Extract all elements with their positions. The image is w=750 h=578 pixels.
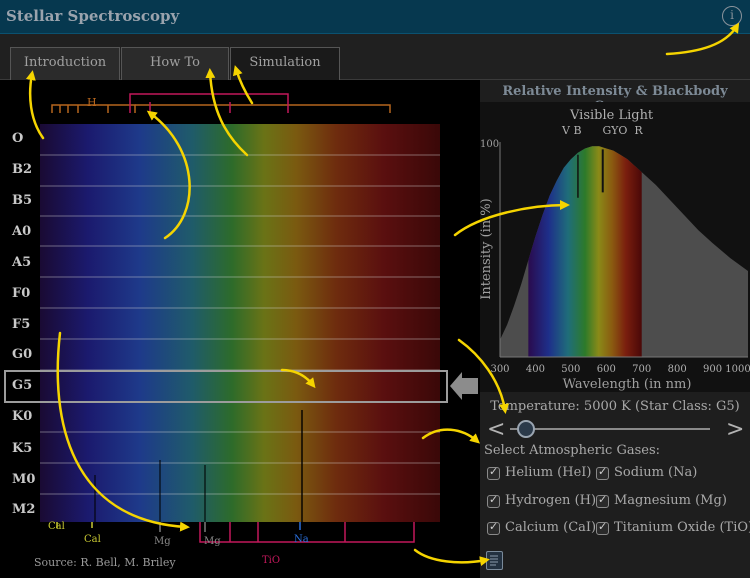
tab-simulation[interactable]: Simulation: [230, 47, 340, 80]
y-tick-label: 100: [480, 139, 499, 150]
star-class-label: F0: [12, 286, 31, 301]
star-class-label: K5: [12, 441, 33, 456]
chevron-right-icon[interactable]: >: [726, 417, 744, 442]
source-credit: Source: R. Bell, M. Briley: [34, 556, 176, 569]
checkbox-icon[interactable]: [596, 493, 609, 508]
bottom-bracket-markers: [56, 522, 415, 543]
tab-introduction[interactable]: Introduction: [10, 47, 120, 80]
selected-row-pointer-icon: [450, 372, 478, 400]
info-icon[interactable]: i: [722, 6, 742, 26]
spectra-image: [40, 124, 440, 522]
star-class-label: F5: [12, 317, 31, 332]
checkbox-label: Helium (HeI): [505, 465, 592, 480]
app-title: Stellar Spectroscopy: [6, 7, 180, 25]
star-class-label: G0: [12, 347, 33, 362]
title-bar: Stellar Spectroscopy i: [0, 0, 750, 34]
spectra-graphic: H Cal Cal Mg Mg Na TiO: [4, 93, 478, 566]
x-tick-label: 400: [526, 364, 545, 375]
star-class-label: M0: [12, 472, 36, 487]
slider-thumb[interactable]: [517, 420, 535, 438]
y-axis-label: Intensity (in %): [480, 198, 494, 300]
x-tick-label: 300: [490, 364, 509, 375]
document-icon[interactable]: [486, 551, 503, 570]
star-class-label-selected: G5: [12, 378, 33, 393]
top-element-label: H: [87, 96, 97, 109]
x-axis-label: Wavelength (in nm): [563, 377, 692, 392]
temperature-readout: Temperature: 5000 K (Star Class: G5): [490, 399, 740, 414]
star-class-label: K0: [12, 409, 33, 424]
star-class-label: B2: [12, 162, 33, 177]
temperature-slider[interactable]: [506, 418, 714, 440]
x-tick-label: 900: [703, 364, 722, 375]
checkbox-icon[interactable]: [596, 465, 609, 480]
star-class-label: B5: [12, 193, 33, 208]
checkbox-label: Titanium Oxide (TiO): [614, 520, 750, 535]
checkbox-icon[interactable]: [487, 520, 500, 535]
element-label-cal: Cal: [84, 534, 101, 545]
visible-light-label: Visible Light: [569, 108, 654, 123]
checkbox-label: Calcium (CaI): [505, 520, 597, 535]
document-lines: [490, 555, 498, 566]
mg-ticks: [159, 522, 206, 532]
element-label-cal: Cal: [48, 521, 65, 532]
checkbox-label: Hydrogen (H): [505, 493, 597, 508]
element-label-na: Na: [294, 534, 309, 545]
x-tick-label: 600: [597, 364, 616, 375]
calcium-ticks: [149, 102, 231, 113]
tab-how-to[interactable]: How To: [121, 47, 229, 80]
checkbox-icon[interactable]: [487, 465, 500, 480]
star-class-label: O: [12, 131, 24, 146]
checkbox-label: Magnesium (Mg): [614, 493, 727, 508]
checkbox-label: Sodium (Na): [614, 465, 698, 480]
chevron-left-icon[interactable]: <: [487, 417, 505, 442]
checkbox-icon[interactable]: [487, 493, 500, 508]
hydrogen-bracket-right: [135, 104, 391, 113]
x-tick-label: 500: [561, 364, 580, 375]
x-tick-label: 800: [668, 364, 687, 375]
checkbox-icon[interactable]: [596, 520, 609, 535]
gases-label: Select Atmospheric Gases:: [484, 443, 661, 458]
x-tick-label: 700: [632, 364, 651, 375]
calcium-bracket: [129, 93, 289, 113]
star-class-label: M2: [12, 502, 36, 517]
top-bracket-markers: [51, 93, 391, 113]
tab-bar: Introduction How To Simulation: [0, 34, 750, 80]
blackbody-chart: Visible Light V B GYO R 100 Intensity (i…: [480, 102, 750, 392]
color-band-labels: V B GYO R: [561, 124, 643, 137]
x-tick-label: 1000: [725, 364, 750, 375]
element-label-mg: Mg: [204, 536, 221, 547]
element-label-tio: TiO: [262, 555, 280, 566]
hydrogen-ticks: [59, 105, 109, 113]
star-class-label: A5: [12, 255, 32, 270]
element-label-mg: Mg: [154, 536, 171, 547]
star-class-label: A0: [12, 224, 32, 239]
tio-ticks: [229, 522, 346, 542]
